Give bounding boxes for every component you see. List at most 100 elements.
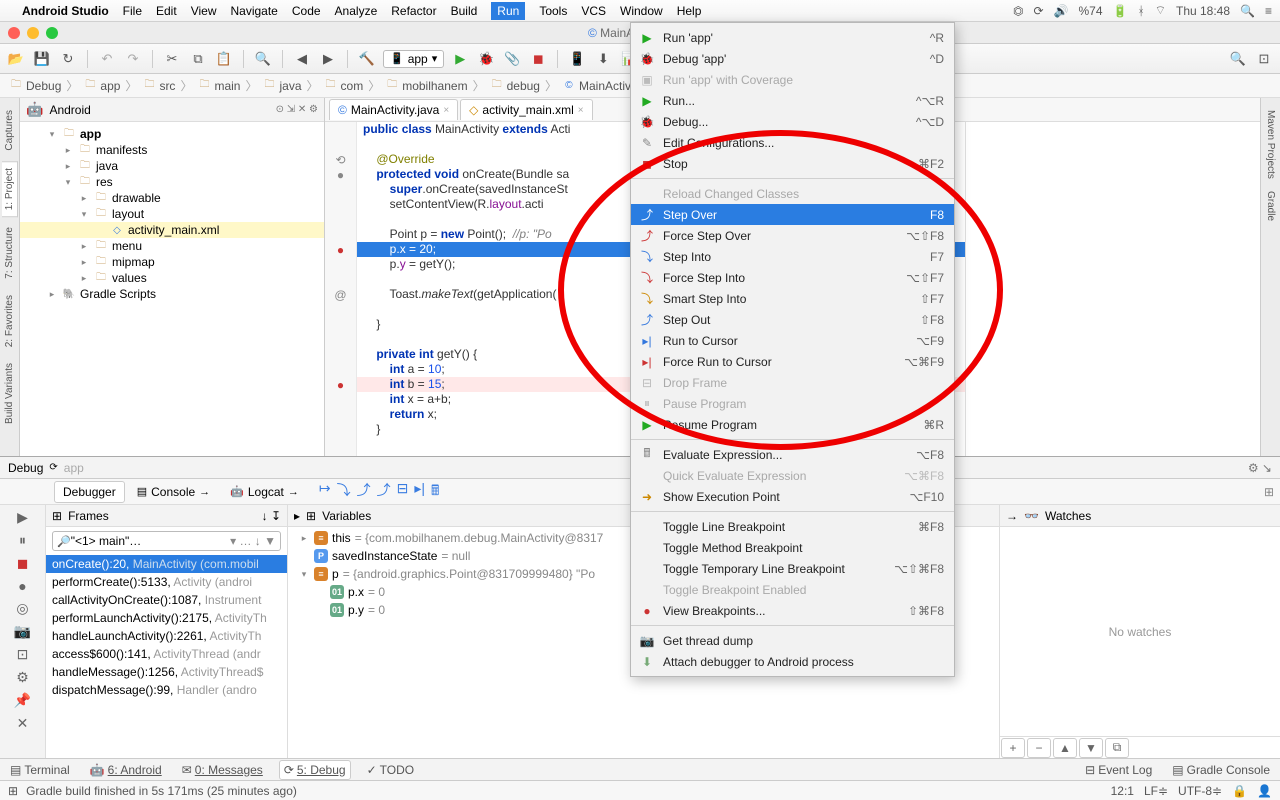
show-exec-icon[interactable]: ↦ [319, 480, 331, 504]
menu-item[interactable]: 🐞Debug...^⌥D [631, 111, 954, 132]
menu-window[interactable]: Window [620, 4, 663, 18]
project-tree[interactable]: ▾🗀app▸🗀manifests▸🗀java▾🗀res▸🗀drawable▾🗀l… [20, 122, 324, 456]
gear-icon[interactable]: ⚙ ↘ [1248, 461, 1272, 475]
minimize-window[interactable] [27, 27, 39, 39]
back-icon[interactable]: ◀ [292, 49, 312, 69]
run-icon[interactable]: ▶ [450, 49, 470, 69]
tree-item[interactable]: ▸🗀mipmap [20, 254, 324, 270]
editor-gutter[interactable]: ⟲●●@● [325, 122, 357, 456]
volume-icon[interactable]: 🔊 [1054, 4, 1069, 18]
menu-item[interactable]: Toggle Method Breakpoint [631, 537, 954, 558]
tab-build-variants[interactable]: Build Variants [2, 357, 17, 430]
frame-item[interactable]: dispatchMessage():99, Handler (andro [46, 681, 287, 699]
hector-icon[interactable]: 👤 [1257, 784, 1272, 798]
close-icon[interactable]: × [443, 105, 449, 116]
pause-icon[interactable]: ⏸ [19, 532, 26, 549]
notifications-icon[interactable]: ≡ [1265, 4, 1272, 18]
attach-icon[interactable]: 📎 [502, 49, 522, 69]
tree-item[interactable]: ▸🗀java [20, 158, 324, 174]
menu-item[interactable]: ◼Stop⌘F2 [631, 153, 954, 174]
tab-maven[interactable]: Maven Projects [1263, 104, 1278, 185]
menu-item[interactable]: 📷Get thread dump [631, 630, 954, 651]
menu-item[interactable]: 🖩Evaluate Expression...⌥F8 [631, 444, 954, 465]
tree-item[interactable]: ▸🗀menu [20, 238, 324, 254]
menu-vcs[interactable]: VCS [581, 4, 606, 18]
copy-icon[interactable]: ⧉ [188, 49, 208, 69]
timemachine-icon[interactable]: ⟳ [1034, 4, 1044, 18]
menu-item[interactable]: ➜Show Execution Point⌥F10 [631, 486, 954, 507]
editor-tab[interactable]: ◇activity_main.xml× [460, 99, 592, 120]
down-watch[interactable]: ▼ [1079, 738, 1103, 758]
menu-item[interactable]: ⤴Step Out⇧F8 [631, 309, 954, 330]
layout-icon[interactable]: ⊞ [1264, 485, 1274, 499]
menu-edit[interactable]: Edit [156, 4, 177, 18]
frame-item[interactable]: performLaunchActivity():2175, ActivityTh [46, 609, 287, 627]
app-name[interactable]: Android Studio [22, 4, 109, 18]
tab-project[interactable]: 1: Project [2, 161, 18, 217]
bluetooth-icon[interactable]: ᚼ [1138, 4, 1145, 18]
bc-item[interactable]: 🗀app [80, 78, 123, 94]
remove-watch[interactable]: − [1027, 738, 1051, 758]
menu-code[interactable]: Code [292, 4, 321, 18]
stop-icon[interactable]: ◼ [17, 555, 29, 572]
battery-icon[interactable]: 🔋 [1113, 4, 1128, 18]
menu-item[interactable]: ⤴Step OverF8 [631, 204, 954, 225]
step-out-icon[interactable]: ⤴ [377, 480, 391, 504]
cut-icon[interactable]: ✂ [162, 49, 182, 69]
avd-icon[interactable]: 📱 [567, 49, 587, 69]
menu-view[interactable]: View [191, 4, 217, 18]
step-over-icon[interactable]: ⤵ [337, 480, 351, 504]
make-icon[interactable]: 🔨 [357, 49, 377, 69]
menu-help[interactable]: Help [677, 4, 702, 18]
menu-tools[interactable]: Tools [539, 4, 567, 18]
tree-item[interactable]: ▾🗀app [20, 126, 324, 142]
add-watch[interactable]: + [1001, 738, 1025, 758]
debugger-tab[interactable]: Debugger [54, 481, 125, 503]
menu-item[interactable]: ⤵Force Step Into⌥⇧F7 [631, 267, 954, 288]
forward-icon[interactable]: ▶ [318, 49, 338, 69]
pin-icon[interactable]: 📌 [14, 692, 31, 709]
run-config-combo[interactable]: 📱 app ▾ [383, 50, 444, 68]
frame-item[interactable]: access$600():141, ActivityThread (andr [46, 645, 287, 663]
clock[interactable]: Thu 18:48 [1176, 4, 1230, 18]
terminal-tab[interactable]: ▤ Terminal [6, 761, 74, 779]
restore-icon[interactable]: ⊡ [17, 646, 29, 663]
dump-icon[interactable]: 📷 [14, 623, 31, 640]
menu-navigate[interactable]: Navigate [230, 4, 277, 18]
debug-icon[interactable]: 🐞 [476, 49, 496, 69]
lock-icon[interactable]: 🔒 [1232, 784, 1247, 798]
window-icon[interactable]: ⊞ [8, 784, 18, 798]
menu-item[interactable]: ▸|Run to Cursor⌥F9 [631, 330, 954, 351]
android-tab[interactable]: 🤖 6: Android [86, 761, 166, 779]
undo-icon[interactable]: ↶ [97, 49, 117, 69]
frame-item[interactable]: performCreate():5133, Activity (androi [46, 573, 287, 591]
menu-refactor[interactable]: Refactor [391, 4, 436, 18]
messages-tab[interactable]: ✉ 0: Messages [178, 761, 267, 779]
tree-item[interactable]: ▸🗀values [20, 270, 324, 286]
menu-item[interactable]: ▶Resume Program⌘R [631, 414, 954, 435]
spotlight-icon[interactable]: 🔍 [1240, 4, 1255, 18]
settings-icon[interactable]: ⚙ [16, 669, 29, 686]
run-menu[interactable]: ▶Run 'app'^R🐞Debug 'app'^D▣Run 'app' wit… [630, 22, 955, 677]
tree-item[interactable]: ▸🗀drawable [20, 190, 324, 206]
tab-gradle[interactable]: Gradle [1263, 185, 1278, 227]
frame-item[interactable]: handleLaunchActivity():2261, ActivityTh [46, 627, 287, 645]
menu-build[interactable]: Build [451, 4, 478, 18]
gradle-console-tab[interactable]: ▤ Gradle Console [1168, 761, 1274, 779]
bc-item[interactable]: 🗀java [259, 78, 304, 94]
menu-item[interactable]: ▸|Force Run to Cursor⌥⌘F9 [631, 351, 954, 372]
menu-item[interactable]: ⤵Smart Step Into⇧F7 [631, 288, 954, 309]
resume-icon[interactable]: ▶ [17, 509, 28, 526]
line-ending[interactable]: LF≑ [1144, 784, 1168, 798]
run-cursor-icon[interactable]: ▸| [414, 480, 425, 504]
drop-frame-icon[interactable]: ⊟ [397, 480, 409, 504]
thread-select[interactable]: 🔎 "<1> main"…▾ … ↓ ▼ [52, 531, 281, 551]
tab-structure[interactable]: 7: Structure [2, 221, 17, 285]
copy-watch[interactable]: ⧉ [1105, 738, 1129, 758]
encoding[interactable]: UTF-8≑ [1178, 784, 1222, 798]
menu-item[interactable]: ✎Edit Configurations... [631, 132, 954, 153]
close-icon[interactable]: × [578, 105, 584, 116]
wifi-icon[interactable]: ⌔ [1155, 3, 1166, 18]
tree-item[interactable]: ◇activity_main.xml [20, 222, 324, 238]
evaluate-icon[interactable]: 🖩 [431, 480, 439, 504]
